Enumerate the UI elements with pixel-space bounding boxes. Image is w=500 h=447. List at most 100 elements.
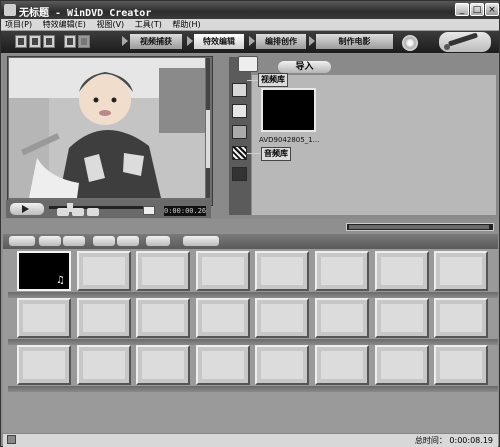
step-arrow-icon [187, 36, 193, 46]
slot-inner [261, 351, 303, 379]
close-button[interactable]: × [485, 3, 499, 16]
storyboard-empty-slot[interactable] [17, 345, 71, 385]
storyboard-empty-slot[interactable] [136, 298, 190, 338]
storyboard-empty-slot[interactable] [315, 251, 369, 291]
storyboard-empty-slot[interactable] [255, 251, 309, 291]
storyboard-empty-slot[interactable] [375, 251, 429, 291]
menu-item-effects[interactable]: 特效编辑(E) [43, 19, 86, 30]
step-arrow-icon [309, 36, 315, 46]
undo-icon[interactable] [64, 35, 76, 48]
storyboard-empty-slot[interactable] [196, 345, 250, 385]
storyboard-empty-slot[interactable] [434, 251, 488, 291]
storyboard-empty-slot[interactable] [136, 345, 190, 385]
step-capture[interactable]: 视频捕获 [130, 34, 182, 49]
zoom-control[interactable] [183, 236, 219, 246]
audio-library-tooltip: 音频库 [261, 147, 291, 161]
save-file-icon[interactable] [43, 35, 55, 48]
storyboard-view-button[interactable] [9, 236, 35, 246]
slot-inner [142, 304, 184, 332]
redo-icon[interactable] [78, 35, 90, 48]
storyboard-empty-slot[interactable] [315, 345, 369, 385]
step-edit[interactable]: 特效编辑 [194, 34, 244, 49]
step-arrow-icon [122, 36, 128, 46]
storyboard-empty-slot[interactable] [77, 345, 131, 385]
storyboard-empty-slot[interactable] [77, 298, 131, 338]
title-bar: 无标题 - WinDVD Creator _ □ × [1, 1, 499, 19]
end-button[interactable] [87, 208, 99, 216]
open-file-icon[interactable] [29, 35, 41, 48]
maximize-button[interactable]: □ [470, 3, 484, 16]
audio-library-tab-icon[interactable] [232, 125, 247, 139]
storyboard-empty-slot[interactable] [196, 298, 250, 338]
text-library-tab-icon[interactable] [232, 167, 247, 181]
slot-inner [381, 257, 423, 285]
storyboard-empty-slot[interactable] [375, 345, 429, 385]
snapshot-camera-icon[interactable] [143, 206, 155, 215]
storyboard-empty-slot[interactable] [196, 251, 250, 291]
menu-item-help[interactable]: 帮助(H) [172, 19, 200, 30]
library-clip-name: AVD9042805_1... [259, 136, 320, 144]
status-icon [7, 435, 16, 444]
preview-scrollbar[interactable] [206, 58, 210, 198]
storyboard-panel: ♫ [3, 249, 498, 433]
audio-view-button[interactable] [63, 236, 85, 246]
slot-inner [381, 304, 423, 332]
storyboard-empty-slot[interactable] [77, 251, 131, 291]
slot-inner [261, 304, 303, 332]
preview-timecode: 0:00:00.26 [164, 206, 207, 216]
video-preview [9, 58, 205, 198]
storyboard-empty-slot[interactable] [375, 298, 429, 338]
menu-item-tools[interactable]: 工具(T) [135, 19, 162, 30]
total-time: 总时间： 0:00:08.19 [414, 436, 493, 445]
timeline-view-button[interactable] [39, 236, 61, 246]
menu-item-project[interactable]: 项目(P) [5, 19, 32, 30]
menu-item-view[interactable]: 视图(V) [96, 19, 124, 30]
folder-icon[interactable] [238, 56, 258, 72]
minimize-button[interactable]: _ [455, 3, 469, 16]
rotate-left-button[interactable] [93, 236, 115, 246]
storyboard-empty-slot[interactable] [434, 298, 488, 338]
audio-library-callout-line [247, 153, 261, 154]
step-arrow-icon [249, 36, 255, 46]
video-frame-image [9, 58, 205, 198]
slot-inner [142, 257, 184, 285]
step-make-movie[interactable]: 制作电影 [316, 34, 393, 49]
slot-inner [261, 257, 303, 285]
prev-frame-button[interactable] [57, 208, 69, 216]
slot-inner [321, 304, 363, 332]
slot-inner [381, 351, 423, 379]
app-icon [4, 4, 16, 16]
storyboard-empty-slot[interactable] [315, 298, 369, 338]
step-author[interactable]: 编排创作 [256, 34, 306, 49]
storyboard-empty-slot[interactable] [136, 251, 190, 291]
app-window: 无标题 - WinDVD Creator _ □ × 项目(P) 特效编辑(E)… [0, 0, 500, 447]
windvd-logo [439, 32, 491, 52]
video-library-tooltip: 视频库 [258, 73, 288, 87]
library-horizontal-scrollbar[interactable] [346, 223, 494, 231]
storyboard-empty-slot[interactable] [255, 345, 309, 385]
slot-inner [440, 351, 482, 379]
storyboard-clip-slot[interactable]: ♫ [17, 251, 71, 291]
transition-library-tab-icon[interactable] [232, 146, 247, 160]
storyboard-empty-slot[interactable] [17, 298, 71, 338]
image-library-tab-icon[interactable] [232, 104, 247, 118]
split-button[interactable] [146, 236, 170, 246]
storyboard-shelf [8, 386, 498, 392]
slot-inner [83, 304, 125, 332]
video-library-tab-icon[interactable] [232, 83, 247, 97]
play-icon [22, 205, 29, 213]
next-frame-button[interactable] [72, 208, 84, 216]
library-clip-thumbnail[interactable] [261, 88, 316, 132]
slot-inner [142, 351, 184, 379]
import-button[interactable]: 导入 [278, 61, 331, 73]
storyboard-empty-slot[interactable] [434, 345, 488, 385]
new-file-icon[interactable] [15, 35, 27, 48]
slot-inner [321, 351, 363, 379]
rotate-right-button[interactable] [117, 236, 139, 246]
storyboard-empty-slot[interactable] [255, 298, 309, 338]
window-title: 无标题 - WinDVD Creator [19, 8, 152, 19]
slot-inner [202, 304, 244, 332]
menu-bar: 项目(P) 特效编辑(E) 视图(V) 工具(T) 帮助(H) [1, 19, 499, 31]
music-note-icon: ♫ [56, 275, 65, 286]
disc-icon[interactable] [402, 35, 418, 51]
